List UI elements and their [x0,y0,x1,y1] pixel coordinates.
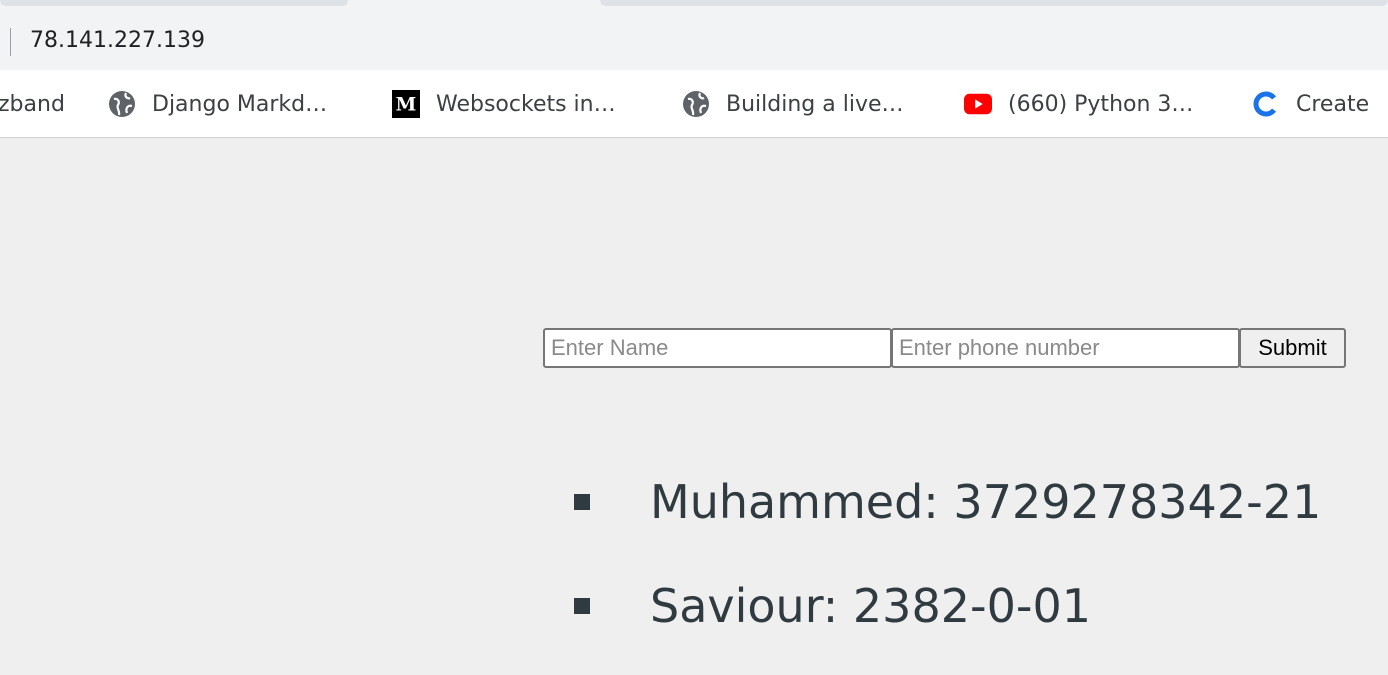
bookmark-item[interactable]: M Websockets in… [392,88,616,120]
square-bullet-icon [574,494,590,510]
bookmark-item[interactable]: Building a live… [682,88,904,120]
svg-text:M: M [396,94,417,116]
bookmarks-bar: zband Django Markd… M Websockets in… Bui… [0,70,1388,138]
square-bullet-icon [574,598,590,614]
bookmark-label: Create [1296,91,1370,117]
contact-list: Muhammed: 3729278342-21 Saviour: 2382-0-… [574,470,1321,675]
inactive-tab-right[interactable] [600,0,1388,6]
name-input[interactable] [543,328,892,368]
bookmark-label: Django Markd… [152,91,328,117]
bookmark-item[interactable]: Create [1252,88,1369,120]
contact-form: Submit [543,328,1346,368]
bookmark-item[interactable]: zband [0,88,65,120]
address-separator [10,28,11,56]
bookmark-item[interactable]: (660) Python 3… [964,88,1193,120]
bookmark-label: Websockets in… [436,91,616,117]
contact-entry: Saviour: 2382-0-01 [650,579,1091,633]
globe-icon [108,90,136,118]
phone-input[interactable] [891,328,1240,368]
bookmark-item[interactable]: Django Markd… [108,88,327,120]
address-url[interactable]: 78.141.227.139 [30,26,205,56]
tab-strip [0,0,1388,14]
bookmark-label: (660) Python 3… [1008,91,1194,117]
contact-entry: Muhammed: 3729278342-21 [650,475,1322,529]
medium-icon: M [392,90,420,118]
list-item: Saviour: 2382-0-01 [574,574,1321,638]
bookmark-label: Building a live… [726,91,904,117]
bookmark-label: zband [0,91,65,117]
globe-icon [682,90,710,118]
list-item: Muhammed: 3729278342-21 [574,470,1321,534]
c-logo-icon [1252,90,1280,118]
youtube-icon [964,90,992,118]
address-bar[interactable]: 78.141.227.139 [0,14,1388,70]
inactive-tab-left[interactable] [0,0,348,6]
submit-button[interactable]: Submit [1239,328,1346,368]
